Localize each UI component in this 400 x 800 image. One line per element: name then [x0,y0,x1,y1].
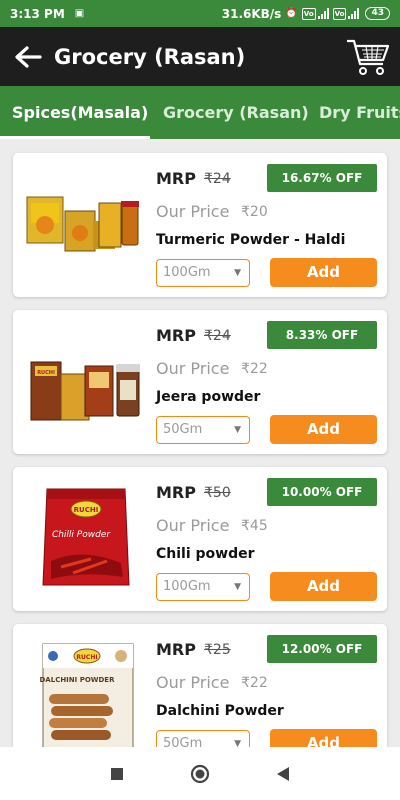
quantity-value: 50Gm [163,736,203,747]
chevron-down-icon: ▼ [234,268,241,278]
our-price-value: ₹45 [241,518,268,534]
chevron-down-icon: ▼ [234,582,241,592]
product-list[interactable]: MRP ₹24 16.67% OFF Our Price ₹20 Turmeri… [0,139,400,747]
our-price-label: Our Price [156,673,230,692]
quantity-value: 50Gm [163,422,203,437]
discount-badge: 16.67% OFF [267,164,377,192]
alarm-icon: ⏰ [285,8,298,19]
quantity-value: 100Gm [163,265,211,280]
mrp-label: MRP [156,483,196,502]
brand-logo-text: RUCHI [37,370,55,376]
quantity-value: 100Gm [163,579,211,594]
add-button[interactable]: Add [270,729,377,747]
mrp-value: ₹24 [204,328,231,344]
back-button[interactable] [4,33,52,81]
arrow-left-icon [15,45,42,68]
add-button[interactable]: Add [270,258,377,287]
tab-dry-fruits[interactable]: Dry Fruits [307,86,400,139]
recents-button[interactable] [104,761,130,787]
brand-logo-text: RUCHI [76,654,97,661]
our-price-value: ₹20 [241,204,268,220]
our-price-label: Our Price [156,202,230,221]
quantity-select[interactable]: 100Gm ▼ [156,259,250,287]
app-bar: Grocery (Rasan) [0,27,400,86]
product-card: RUCHI Chilli Powder MRP ₹50 10.00% OFF O… [13,467,387,611]
product-image: RUCHI DALCHINI POWDER [40,643,134,747]
chevron-down-icon: ▼ [234,739,241,747]
mrp-value: ₹25 [204,642,231,658]
tab-spices[interactable]: Spices(Masala) [0,86,160,139]
signal-icon [317,8,329,19]
brand-logo-text: RUCHI [74,506,99,514]
mrp-label: MRP [156,326,196,345]
add-button[interactable]: Add [270,572,377,601]
signal-icon-2 [348,8,360,19]
cart-icon [347,39,390,75]
product-card: MRP ₹24 16.67% OFF Our Price ₹20 Turmeri… [13,153,387,297]
our-price-value: ₹22 [241,361,268,377]
page-title: Grocery (Rasan) [54,44,246,69]
mrp-label: MRP [156,640,196,659]
discount-badge: 8.33% OFF [267,321,377,349]
quantity-select[interactable]: 50Gm ▼ [156,416,250,444]
add-button[interactable]: Add [270,415,377,444]
product-card: RUCHI DALCHINI POWDER MRP ₹25 12.00% OFF… [13,624,387,747]
back-nav-button[interactable] [270,761,296,787]
product-name: Chili powder [156,546,255,562]
tab-grocery[interactable]: Grocery (Rasan) [151,86,321,139]
package-label-text: Chilli Powder [52,530,111,540]
product-image: RUCHI Chilli Powder [42,488,130,586]
package-label-text: DALCHINI POWDER [40,676,116,684]
volte-icon: Vo [301,7,316,20]
product-name: Dalchini Powder [156,703,284,719]
status-time: 3:13 PM [10,6,65,21]
product-image [26,196,139,252]
volte-icon-2: Vo [332,7,347,20]
product-name: Jeera powder [156,389,261,405]
quantity-select[interactable]: 100Gm ▼ [156,573,250,601]
mrp-value: ₹24 [204,171,231,187]
battery-icon: 43 [365,7,390,20]
product-name: Turmeric Powder - Haldi [156,232,346,248]
product-card: RUCHI MRP ₹24 8.33% OFF Our Price ₹22 Je… [13,310,387,454]
mrp-label: MRP [156,169,196,188]
quantity-select[interactable]: 50Gm ▼ [156,730,250,747]
discount-badge: 12.00% OFF [267,635,377,663]
mrp-value: ₹50 [204,485,231,501]
triangle-left-icon [277,767,289,781]
our-price-label: Our Price [156,516,230,535]
system-nav-bar [0,747,400,800]
our-price-value: ₹22 [241,675,268,691]
status-bar: 3:13 PM ▣ 31.6KB/s ⏰ Vo Vo 43 [0,0,400,27]
category-tabs: Spices(Masala) Grocery (Rasan) Dry Fruit… [0,86,400,139]
home-button[interactable] [187,761,213,787]
product-image: RUCHI [30,361,140,421]
our-price-label: Our Price [156,359,230,378]
cart-button[interactable] [342,32,394,82]
square-icon [111,768,123,780]
discount-badge: 10.00% OFF [267,478,377,506]
circle-icon [190,764,210,784]
chevron-down-icon: ▼ [234,425,241,435]
notification-icon: ▣ [74,8,85,19]
network-speed: 31.6KB/s [221,6,282,21]
